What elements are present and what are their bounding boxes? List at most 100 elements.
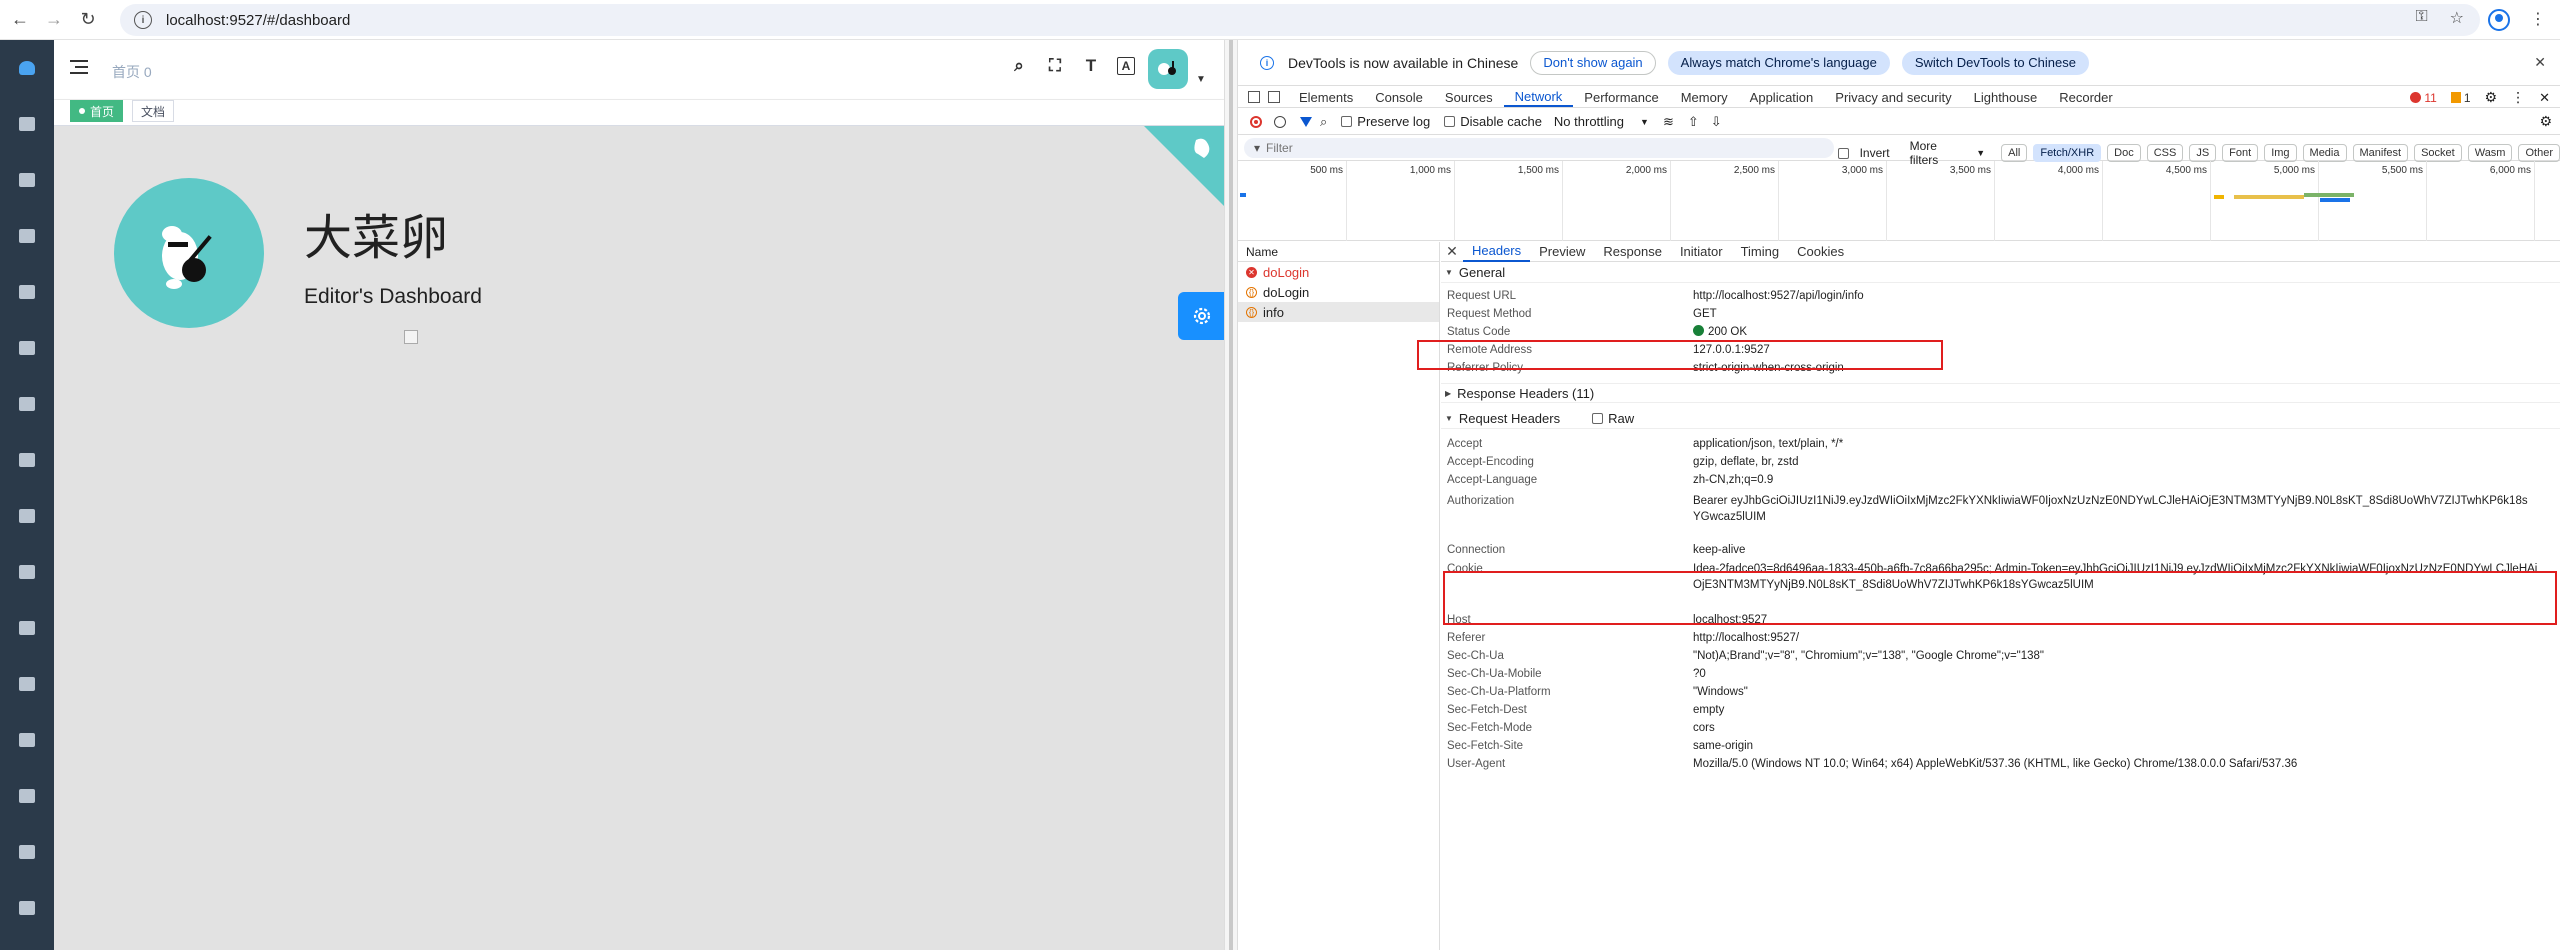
hamburger-icon[interactable] — [70, 60, 88, 74]
disable-cache-checkbox[interactable] — [1444, 116, 1456, 127]
chip-other[interactable]: Other — [2518, 144, 2560, 162]
device-toolbar-icon[interactable] — [1268, 91, 1280, 103]
wifi-icon[interactable]: ≋ — [1663, 114, 1674, 130]
settings-gear-icon[interactable]: ⚙ — [2485, 89, 2498, 106]
more-icon[interactable]: ⋮ — [2511, 89, 2525, 106]
avatar[interactable] — [1148, 49, 1188, 89]
excel-icon[interactable] — [0, 712, 54, 768]
search-icon[interactable]: ⌕ — [1009, 56, 1029, 76]
dashboard-icon[interactable] — [0, 40, 54, 96]
tab-application[interactable]: Application — [1739, 87, 1825, 107]
tab-lighthouse[interactable]: Lighthouse — [1963, 87, 2049, 107]
tab-memory[interactable]: Memory — [1670, 87, 1739, 107]
tab-elements[interactable]: Elements — [1288, 87, 1364, 107]
breadcrumb[interactable]: 首页 0 — [112, 62, 152, 82]
chip-font[interactable]: Font — [2222, 144, 2259, 162]
network-settings-icon[interactable]: ⚙ — [2539, 113, 2552, 130]
url-text[interactable]: localhost:9527/#/dashboard — [166, 12, 350, 29]
chip-js[interactable]: JS — [2189, 144, 2217, 162]
component-icon[interactable] — [0, 264, 54, 320]
forward-icon[interactable]: → — [40, 6, 68, 34]
bug-icon[interactable] — [0, 656, 54, 712]
chevron-down-icon[interactable]: ▼ — [1976, 148, 1985, 158]
language-icon[interactable]: A — [1117, 57, 1135, 75]
always-match-language-button[interactable]: Always match Chrome's language — [1667, 50, 1890, 75]
chip-media[interactable]: Media — [2302, 144, 2347, 162]
fullscreen-icon[interactable]: ⛶ — [1045, 56, 1065, 76]
tab-response[interactable]: Response — [1594, 242, 1671, 262]
chip-img[interactable]: Img — [2264, 144, 2297, 162]
tab-sources[interactable]: Sources — [1434, 87, 1504, 107]
zip-icon[interactable] — [0, 768, 54, 824]
error-icon[interactable] — [0, 600, 54, 656]
star-icon[interactable]: ☆ — [2450, 8, 2464, 28]
chip-css[interactable]: CSS — [2146, 144, 2184, 162]
preserve-log-checkbox[interactable] — [1341, 116, 1353, 127]
size-icon[interactable]: T — [1081, 56, 1101, 76]
tab-headers[interactable]: Headers — [1463, 242, 1531, 262]
invert-checkbox[interactable] — [1838, 147, 1849, 159]
profile-icon[interactable] — [2488, 9, 2510, 31]
name-column-header[interactable]: Name — [1238, 242, 1439, 262]
request-headers-section-header[interactable]: ▼ Request Headers Raw — [1441, 409, 2560, 429]
tab-network[interactable]: Network — [1503, 87, 1574, 107]
reload-icon[interactable]: ↻ — [74, 6, 102, 34]
permission-icon[interactable] — [0, 208, 54, 264]
more-icon[interactable]: ⋮ — [2530, 9, 2546, 31]
tag-home[interactable]: 首页 — [70, 100, 124, 122]
general-section-header[interactable]: ▼ General — [1441, 263, 2560, 283]
switch-to-chinese-button[interactable]: Switch DevTools to Chinese — [1901, 50, 2089, 75]
network-overview[interactable]: 500 ms 1,000 ms 1,500 ms 2,000 ms 2,500 … — [1238, 161, 2560, 241]
tab-initiator[interactable]: Initiator — [1671, 242, 1732, 262]
filter-icon[interactable] — [1300, 116, 1312, 127]
record-icon[interactable] — [1250, 115, 1262, 128]
tab-timing[interactable]: Timing — [1732, 242, 1789, 262]
tab-performance[interactable]: Performance — [1573, 87, 1669, 107]
chart-icon[interactable] — [0, 320, 54, 376]
tab-preview[interactable]: Preview — [1530, 242, 1594, 262]
close-icon[interactable]: ✕ — [1441, 243, 1463, 260]
throttling-select[interactable]: No throttling — [1554, 114, 1624, 129]
tab-privacy-security[interactable]: Privacy and security — [1824, 87, 1962, 107]
address-bar[interactable]: i localhost:9527/#/dashboard — [120, 4, 2480, 36]
back-icon[interactable]: ← — [6, 6, 34, 34]
tab-icon[interactable] — [0, 544, 54, 600]
tab-recorder[interactable]: Recorder — [2048, 87, 2123, 107]
request-row[interactable]: {} info — [1238, 302, 1439, 322]
chip-doc[interactable]: Doc — [2107, 144, 2141, 162]
info-icon[interactable]: i — [134, 11, 152, 29]
chip-fetch-xhr[interactable]: Fetch/XHR — [2033, 144, 2102, 162]
panel-splitter[interactable] — [1224, 40, 1238, 950]
filter-input[interactable] — [1266, 141, 1807, 155]
tab-cookies[interactable]: Cookies — [1788, 242, 1853, 262]
guide-icon[interactable] — [0, 152, 54, 208]
chip-wasm[interactable]: Wasm — [2467, 144, 2513, 162]
theme-icon[interactable] — [0, 880, 54, 936]
chip-all[interactable]: All — [2001, 144, 2028, 162]
tab-console[interactable]: Console — [1364, 87, 1434, 107]
error-count-badge[interactable]: 11 — [2410, 91, 2437, 105]
download-icon[interactable]: ⇩ — [1711, 114, 1722, 130]
search-icon[interactable]: ⌕ — [1320, 114, 1327, 130]
example-icon[interactable] — [0, 488, 54, 544]
request-row[interactable]: ✕ doLogin — [1238, 262, 1439, 282]
response-headers-section-header[interactable]: ▶ Response Headers (11) — [1441, 383, 2560, 403]
close-icon[interactable]: ✕ — [2539, 90, 2550, 106]
tag-documentation[interactable]: 文档 — [132, 100, 175, 122]
request-row[interactable]: {} doLogin — [1238, 282, 1439, 302]
inspect-icon[interactable] — [1248, 91, 1260, 103]
document-icon[interactable] — [0, 96, 54, 152]
chip-manifest[interactable]: Manifest — [2352, 144, 2409, 162]
close-icon[interactable]: ✕ — [2534, 54, 2546, 71]
upload-icon[interactable]: ⇧ — [1688, 114, 1699, 130]
dont-show-again-button[interactable]: Don't show again — [1530, 50, 1656, 75]
warning-count-badge[interactable]: 1 — [2450, 91, 2471, 105]
chevron-down-icon[interactable]: ▼ — [1196, 74, 1206, 85]
settings-gear-icon[interactable] — [1178, 292, 1226, 340]
table-icon[interactable] — [0, 432, 54, 488]
github-corner-icon[interactable] — [1144, 126, 1224, 206]
clear-icon[interactable] — [1274, 115, 1286, 128]
chevron-down-icon[interactable]: ▼ — [1640, 117, 1649, 127]
filter-box[interactable]: ▾ — [1244, 138, 1834, 158]
chip-socket[interactable]: Socket — [2414, 144, 2462, 162]
